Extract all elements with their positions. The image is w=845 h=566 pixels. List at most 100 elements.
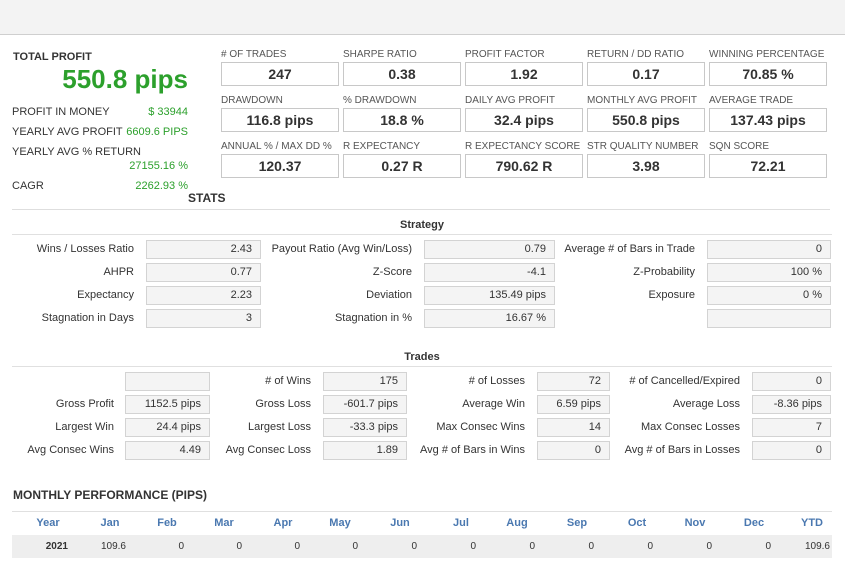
header-jun: Jun (390, 517, 410, 529)
field-value: 135.49 pips (424, 286, 555, 305)
metric-monthly-avg-profit: MONTHLY AVG PROFIT 550.8 pips (587, 95, 705, 132)
field-value: 0.77 (146, 263, 261, 282)
field-label: Z-Probability (633, 266, 695, 278)
metric-average-trade: AVERAGE TRADE 137.43 pips (709, 95, 827, 132)
metric-label: ANNUAL % / MAX DD % (221, 141, 332, 152)
field-value: 24.4 pips (125, 418, 210, 437)
trades-title: Trades (404, 351, 440, 363)
field-label: # of Cancelled/Expired (629, 375, 740, 387)
metric-drawdown: DRAWDOWN 116.8 pips (221, 95, 339, 132)
metric-label: MONTHLY AVG PROFIT (587, 95, 698, 106)
header-may: May (329, 517, 351, 529)
metric-percent-drawdown: % DRAWDOWN 18.8 % (343, 95, 461, 132)
metric-value: 72.21 (709, 154, 827, 178)
field-value: 0 (707, 240, 831, 259)
cell-apr: 0 (294, 541, 300, 552)
field-label: Payout Ratio (Avg Win/Loss) (271, 243, 412, 255)
profit-in-money-label: PROFIT IN MONEY (12, 106, 110, 118)
strategy-divider (12, 234, 832, 235)
header-oct: Oct (627, 517, 647, 529)
profit-in-money-value: $ 33944 (148, 106, 188, 118)
metric-label: AVERAGE TRADE (709, 95, 794, 106)
metric-return-dd-ratio: RETURN / DD RATIO 0.17 (587, 49, 705, 86)
field-value: 175 (323, 372, 407, 391)
field-label: Gross Loss (255, 398, 311, 410)
field-label: Avg Consec Wins (27, 444, 114, 456)
metric-label: R EXPECTANCY (343, 141, 421, 152)
metric-label: R EXPECTANCY SCORE (465, 141, 581, 152)
field-value: 0 (537, 441, 610, 460)
field-value: 0.79 (424, 240, 555, 259)
field-label: Exposure (648, 289, 695, 301)
cell-jul: 0 (470, 541, 476, 552)
field-label: # of Losses (468, 375, 525, 387)
metric-r-expectancy-score: R EXPECTANCY SCORE 790.62 R (465, 141, 583, 178)
metric-str-quality-number: STR QUALITY NUMBER 3.98 (587, 141, 705, 178)
field-label: Average Win (462, 398, 525, 410)
field-value: 6.59 pips (537, 395, 610, 414)
metric-daily-avg-profit: DAILY AVG PROFIT 32.4 pips (465, 95, 583, 132)
metric-value: 70.85 % (709, 62, 827, 86)
field-label: Avg Consec Loss (225, 444, 311, 456)
header-year: Year (36, 517, 60, 529)
metric-value: 18.8 % (343, 108, 461, 132)
metric-value: 0.17 (587, 62, 705, 86)
field-label: Average Loss (672, 398, 740, 410)
metric-label: SHARPE RATIO (343, 49, 417, 60)
field-value (125, 372, 210, 391)
metric-trades: # OF TRADES 247 (221, 49, 339, 86)
field-value: 2.43 (146, 240, 261, 259)
cagr-value: 2262.93 % (135, 180, 188, 192)
header-aug: Aug (506, 517, 528, 529)
field-value: 3 (146, 309, 261, 328)
field-value: 7 (752, 418, 831, 437)
strategy-title: Strategy (399, 219, 445, 231)
metric-label: SQN SCORE (709, 141, 770, 152)
field-label: Max Consec Wins (436, 421, 525, 433)
cell-sep: 0 (588, 541, 594, 552)
field-value: 1152.5 pips (125, 395, 210, 414)
cell-oct: 0 (647, 541, 653, 552)
field-value: -4.1 (424, 263, 555, 282)
field-value: 2.23 (146, 286, 261, 305)
field-value: 0 (752, 372, 831, 391)
header-dec: Dec (743, 517, 765, 529)
metric-sharpe-ratio: SHARPE RATIO 0.38 (343, 49, 461, 86)
total-profit-value: 550.8 pips (62, 64, 188, 94)
metric-value: 0.38 (343, 62, 461, 86)
metric-label: DAILY AVG PROFIT (465, 95, 556, 106)
yearly-avg-profit-value: 6609.6 PIPS (126, 126, 188, 138)
field-value: 100 % (707, 263, 831, 282)
cagr-label: CAGR (12, 180, 44, 192)
field-label (12, 372, 114, 391)
field-value: -601.7 pips (323, 395, 407, 414)
field-label: Max Consec Losses (640, 421, 740, 433)
header-jul: Jul (453, 517, 469, 529)
field-label: Gross Profit (55, 398, 114, 410)
header-jan: Jan (100, 517, 120, 529)
metric-label: RETURN / DD RATIO (587, 49, 685, 60)
field-label: Stagnation in Days (41, 312, 134, 324)
metric-value: 1.92 (465, 62, 583, 86)
monthly-header-row: Year Jan Feb Mar Apr May Jun Jul Aug Sep… (12, 511, 832, 536)
cell-year: 2021 (45, 541, 68, 552)
yearly-avg-profit-label: YEARLY AVG PROFIT (12, 126, 123, 138)
yearly-avg-return-label: YEARLY AVG % RETURN (12, 146, 141, 158)
metric-value: 120.37 (221, 154, 339, 178)
field-label: Wins / Losses Ratio (36, 243, 134, 255)
header-mar: Mar (214, 517, 234, 529)
cell-jan: 109.6 (100, 541, 126, 552)
metric-value: 3.98 (587, 154, 705, 178)
field-value: 0 % (707, 286, 831, 305)
monthly-performance-title: MONTHLY PERFORMANCE (PIPS) (13, 488, 208, 502)
field-value: 72 (537, 372, 610, 391)
metric-value: 247 (221, 62, 339, 86)
field-label: Largest Loss (248, 421, 311, 433)
field-value (707, 309, 831, 328)
divider (12, 209, 830, 210)
metric-label: STR QUALITY NUMBER (587, 141, 699, 152)
metric-value: 32.4 pips (465, 108, 583, 132)
field-label: Deviation (366, 289, 412, 301)
cell-jun: 0 (411, 541, 417, 552)
cell-aug: 0 (529, 541, 535, 552)
